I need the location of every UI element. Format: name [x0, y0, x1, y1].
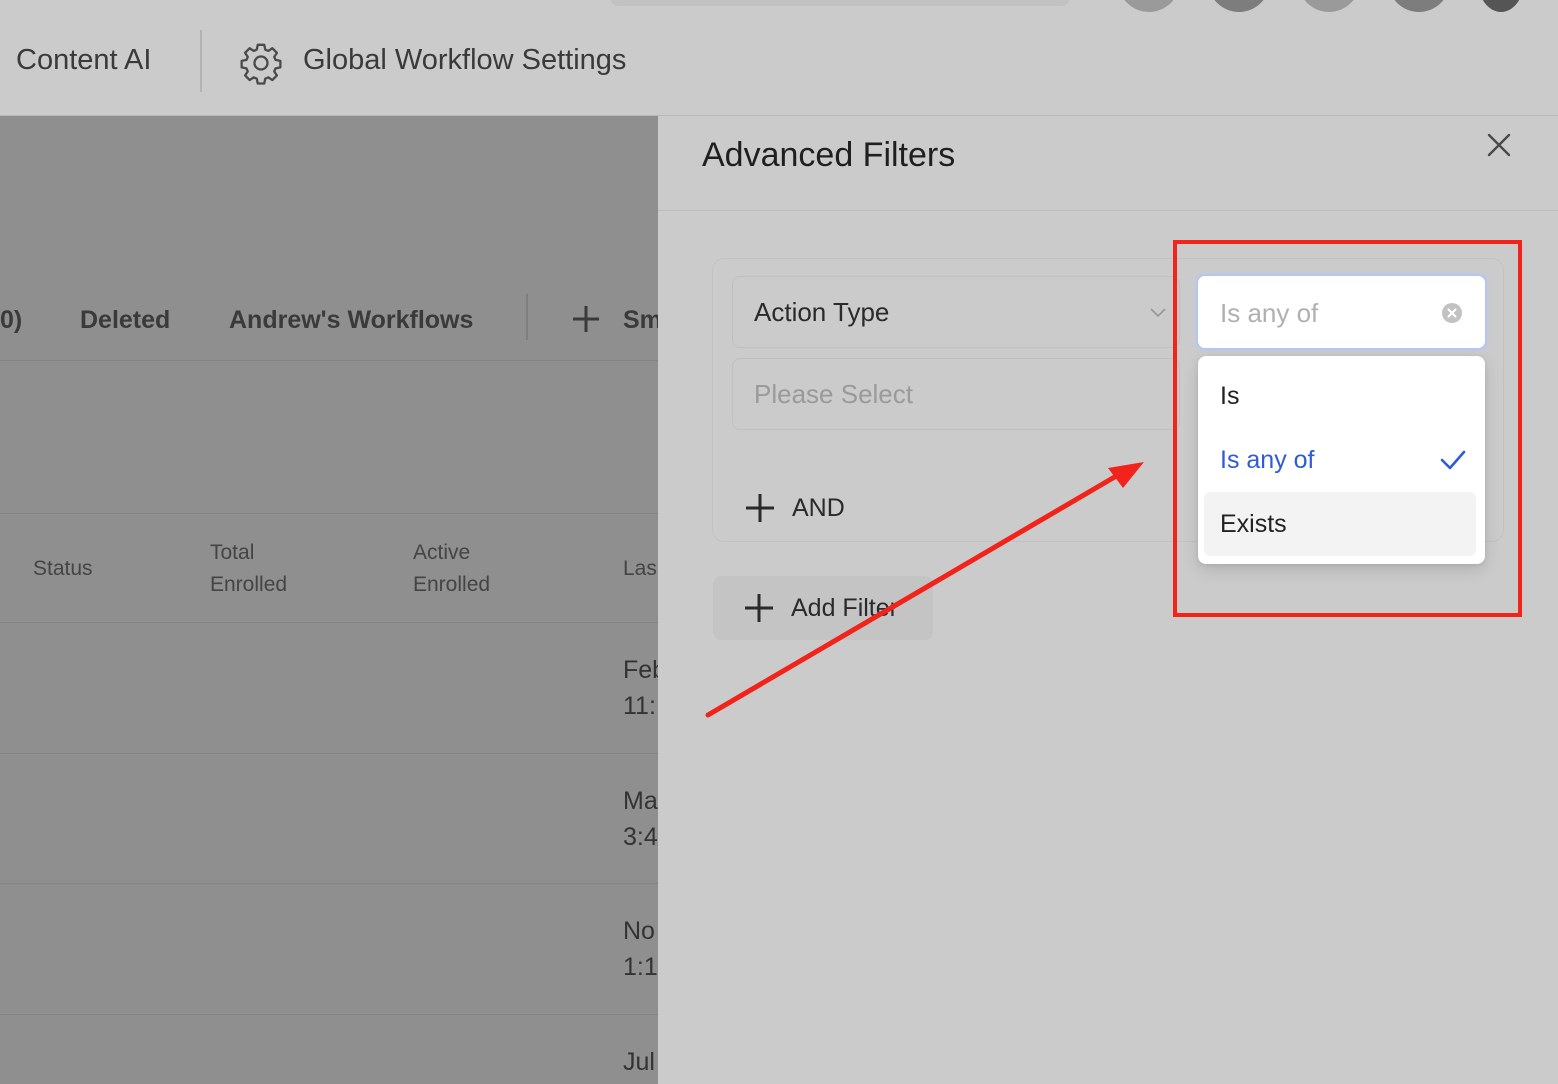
nav-content-ai[interactable]: Content AI	[16, 44, 151, 77]
checkmark-icon	[1440, 450, 1466, 470]
add-filter-label: Add Filter	[791, 593, 898, 622]
column-header-status[interactable]: Status	[33, 553, 93, 585]
table-cell-date: Jul	[623, 1044, 655, 1080]
cell-line: Ma	[623, 787, 658, 815]
tab-smart-list[interactable]: Sm	[623, 306, 662, 335]
operator-select[interactable]: Is any of	[1196, 274, 1487, 350]
tab-deleted[interactable]: Deleted	[80, 306, 170, 335]
column-header-last-updated[interactable]: Las	[623, 553, 657, 585]
dropdown-option-is-any-of[interactable]: Is any of	[1204, 428, 1476, 492]
dropdown-option-exists[interactable]: Exists	[1204, 492, 1476, 556]
dropdown-option-is[interactable]: Is	[1204, 364, 1476, 428]
avatar[interactable]	[1118, 0, 1180, 12]
tabs-divider	[526, 294, 528, 340]
table-cell-date: No 1:1	[623, 913, 658, 985]
table-row-divider	[0, 753, 658, 754]
panel-header-divider	[658, 210, 1558, 211]
tab-partial[interactable]: 0)	[0, 306, 22, 335]
operator-dropdown-menu: Is Is any of Exists	[1198, 356, 1485, 564]
option-label: Exists	[1220, 510, 1287, 538]
add-and-condition-button[interactable]: AND	[744, 488, 845, 528]
filter-value-select[interactable]: Please Select	[732, 358, 1180, 430]
divider	[0, 360, 658, 361]
table-row-divider	[0, 1014, 658, 1015]
close-icon[interactable]	[1484, 130, 1514, 160]
column-header-line: Active	[413, 541, 471, 564]
chevron-down-icon	[1150, 308, 1166, 318]
avatar[interactable]	[1478, 0, 1524, 12]
option-label: Is	[1220, 382, 1240, 410]
top-navigation-bar: Content AI Global Workflow Settings	[0, 0, 1558, 116]
divider	[0, 513, 658, 514]
option-label: Is any of	[1220, 446, 1315, 474]
advanced-filters-panel: Advanced Filters Action Type Please Sele…	[658, 116, 1558, 1084]
column-header-active-enrolled[interactable]: Active Enrolled	[413, 537, 490, 601]
gear-icon[interactable]	[238, 40, 284, 86]
plus-icon	[746, 494, 774, 522]
search-bar[interactable]	[610, 0, 1070, 6]
cell-line: 1:1	[623, 953, 658, 981]
column-header-line: Enrolled	[210, 573, 288, 596]
table-cell-date: Ma 3:4	[623, 783, 658, 855]
filter-field-select[interactable]: Action Type	[732, 276, 1180, 348]
cell-line: No	[623, 917, 655, 945]
avatar[interactable]	[1298, 0, 1360, 12]
column-header-line: Enrolled	[413, 573, 491, 596]
avatar[interactable]	[1388, 0, 1450, 12]
nav-divider	[200, 30, 202, 92]
nav-global-workflow-settings[interactable]: Global Workflow Settings	[303, 44, 626, 77]
filter-value-placeholder: Please Select	[754, 379, 913, 409]
column-header-line: Total	[210, 541, 255, 564]
and-label: AND	[792, 493, 845, 522]
filter-field-value: Action Type	[754, 297, 890, 327]
plus-icon	[745, 594, 773, 622]
panel-title: Advanced Filters	[702, 136, 956, 174]
plus-icon[interactable]	[570, 303, 602, 335]
column-header-total-enrolled[interactable]: Total Enrolled	[210, 537, 287, 601]
operator-placeholder: Is any of	[1220, 298, 1319, 328]
table-row-divider	[0, 883, 658, 884]
add-filter-button[interactable]: Add Filter	[713, 576, 933, 640]
avatar[interactable]	[1208, 0, 1270, 12]
cell-line: Jul	[623, 1048, 655, 1076]
table-row-divider	[0, 622, 658, 623]
tab-andrews-workflows[interactable]: Andrew's Workflows	[229, 306, 473, 335]
cell-line: 3:4	[623, 823, 658, 851]
clear-icon[interactable]	[1441, 302, 1463, 324]
